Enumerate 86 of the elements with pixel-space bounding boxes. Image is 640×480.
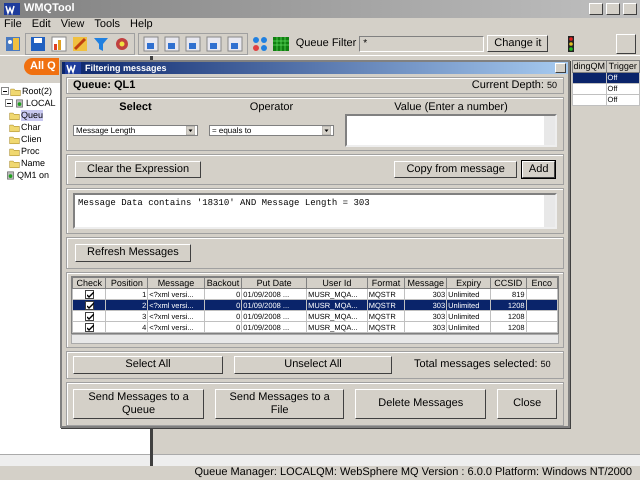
send-to-file-button[interactable]: Send Messages to a File [215, 388, 344, 419]
dropdown-arrow-icon [322, 126, 331, 136]
checkbox[interactable] [84, 301, 94, 310]
chart-icon[interactable] [50, 34, 68, 52]
queue-filter-field[interactable]: * [359, 36, 484, 52]
tree-item[interactable]: Proc [21, 146, 40, 157]
column-header[interactable]: Message [404, 277, 447, 289]
restore-button[interactable] [606, 3, 620, 15]
column-header[interactable]: CCSID [490, 277, 526, 289]
close-button[interactable] [623, 3, 637, 15]
app-logo-icon [3, 0, 21, 18]
expander-icon[interactable] [5, 99, 13, 108]
folder-icon [9, 146, 20, 157]
column-label: Value (Enter a number) [393, 101, 509, 114]
tree-item[interactable]: Queu [21, 110, 44, 121]
column-header[interactable]: Enco [526, 277, 558, 289]
queue-name: Queue: QL1 [73, 79, 136, 92]
tree-item[interactable]: Clien [21, 134, 42, 145]
copy-button[interactable]: Copy from message [394, 161, 517, 178]
window-title: WMQTool [24, 2, 76, 16]
column-header[interactable]: Message [148, 277, 204, 289]
column-header[interactable]: dingQM [572, 60, 606, 72]
column-header[interactable]: Check [72, 277, 106, 289]
value-field[interactable] [345, 114, 557, 148]
square-button[interactable] [616, 34, 636, 54]
menu-item[interactable]: View [60, 18, 84, 32]
change-button[interactable]: Change it [487, 34, 548, 52]
queue-filter-label: Queue Filter [296, 36, 356, 50]
column-label: Select [118, 101, 153, 114]
checkbox[interactable] [84, 312, 94, 322]
tree-item[interactable]: Name [21, 158, 46, 169]
total-selected: Total messages selected: 50 [414, 358, 551, 372]
delete-button[interactable]: Delete Messages [355, 388, 486, 419]
unselect-all-button[interactable]: Unselect All [234, 356, 392, 374]
menu-item[interactable]: Edit [32, 18, 51, 32]
grid-icon[interactable] [272, 34, 290, 52]
picture-icon[interactable] [184, 34, 202, 52]
picture-icon[interactable] [142, 34, 160, 52]
close-button[interactable] [555, 63, 566, 73]
operator-dropdown[interactable]: = equals to [209, 125, 334, 136]
dropdown-arrow-icon [186, 126, 195, 136]
column-label: Operator [248, 101, 294, 114]
tree-item[interactable]: Root(2) [22, 86, 52, 97]
checkbox[interactable] [84, 290, 94, 300]
clear-button[interactable]: Clear the Expression [75, 161, 202, 178]
add-button[interactable]: Add [522, 161, 555, 178]
column-header[interactable]: Expiry [446, 277, 491, 289]
select-all-button[interactable]: Select All [73, 356, 223, 374]
scrollbar [544, 195, 555, 228]
current-depth: Current Depth: 50 [472, 79, 557, 92]
tree-item[interactable]: QM1 on [17, 170, 50, 181]
send-to-queue-button[interactable]: Send Messages to a Queue [73, 388, 204, 419]
status-text: Queue Manager: LOCALQM: WebSphere MQ Version : 6.0.0 Platform: Windows NT/2000 [194, 466, 632, 480]
close-dialog-button[interactable]: Close [497, 388, 557, 419]
expander-icon[interactable] [1, 87, 9, 96]
menu-item[interactable]: File [4, 18, 22, 32]
minimize-button[interactable] [589, 3, 603, 15]
server-icon [14, 98, 25, 109]
network-icon[interactable] [251, 34, 269, 52]
scrollbar [544, 116, 555, 146]
column-header[interactable]: Position [106, 277, 148, 289]
folder-icon [9, 134, 20, 145]
refresh-button[interactable]: Refresh Messages [75, 244, 191, 262]
server-icon [5, 170, 16, 181]
tool-icon[interactable] [71, 34, 89, 52]
column-header[interactable]: Put Date [242, 277, 307, 289]
column-header[interactable]: User Id [306, 277, 368, 289]
picture-icon[interactable] [226, 34, 244, 52]
folder-icon [9, 122, 20, 133]
folder-icon [9, 158, 20, 169]
column-header[interactable]: Trigger [606, 60, 640, 72]
tree-item[interactable]: Char [21, 122, 41, 133]
picture-icon[interactable] [205, 34, 223, 52]
folder-icon [10, 86, 21, 97]
menu-item[interactable]: Help [130, 18, 153, 32]
save-icon[interactable] [29, 34, 47, 52]
tree-item[interactable]: LOCAL [26, 98, 56, 109]
select-dropdown[interactable]: Message Length [73, 125, 198, 136]
checkbox[interactable] [84, 323, 94, 332]
column-header[interactable]: Backout [204, 277, 242, 289]
column-header[interactable]: Format [367, 277, 405, 289]
expression-field[interactable]: Message Data contains '18310' AND Message Length = 303 [73, 193, 557, 230]
picture-icon[interactable] [163, 34, 181, 52]
menu-item[interactable]: Tools [94, 18, 120, 32]
app-logo-icon [64, 59, 82, 77]
dialog-title: Filtering messages [85, 62, 168, 74]
